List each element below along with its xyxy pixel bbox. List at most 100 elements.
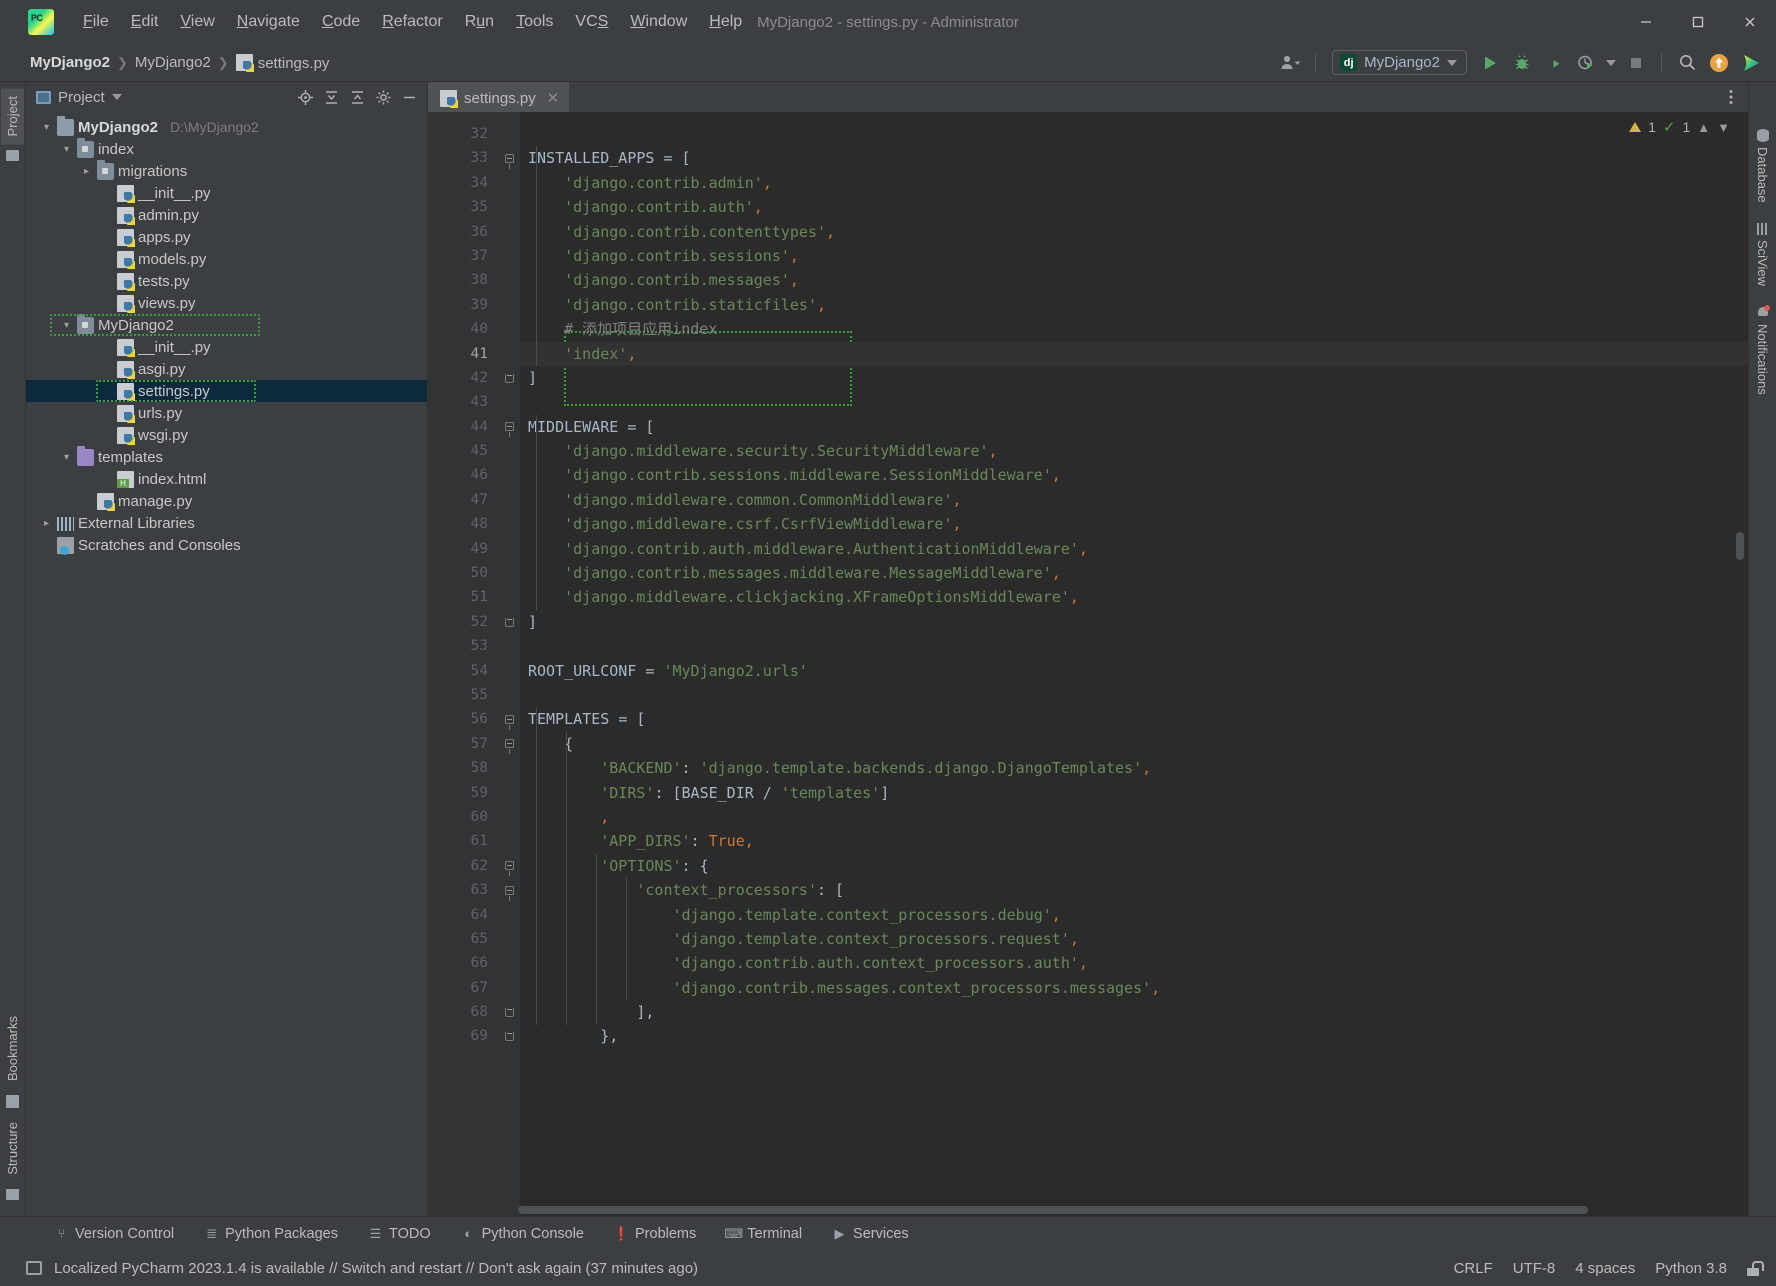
code-line[interactable]: 'django.contrib.sessions',: [520, 244, 1748, 268]
code-line[interactable]: 'DIRS': [BASE_DIR / 'templates']: [520, 781, 1748, 805]
tree-node-migrations[interactable]: ▸ migrations: [26, 159, 427, 182]
bookmark-icon[interactable]: [6, 1095, 19, 1109]
menu-item-vcs[interactable]: VCS: [564, 9, 619, 35]
code-line[interactable]: 'BACKEND': 'django.template.backends.dja…: [520, 756, 1748, 780]
tree-node-models-py[interactable]: models.py: [26, 248, 427, 270]
code-line[interactable]: [520, 683, 1748, 707]
chevron-down-icon[interactable]: ▾: [60, 143, 73, 156]
tab-settings-py[interactable]: settings.py ✕: [428, 82, 570, 112]
encoding-status[interactable]: UTF-8: [1513, 1260, 1556, 1277]
fold-collapse-icon[interactable]: [504, 861, 514, 877]
chevron-up-icon[interactable]: ▲: [1697, 120, 1710, 135]
code-line[interactable]: 'django.template.context_processors.requ…: [520, 927, 1748, 951]
code-line[interactable]: 'django.template.context_processors.debu…: [520, 903, 1748, 927]
code-line[interactable]: 'django.contrib.admin',: [520, 171, 1748, 195]
fold-collapse-icon[interactable]: [504, 885, 514, 901]
menu-item-edit[interactable]: Edit: [120, 9, 170, 35]
sidebar-item-project[interactable]: Project: [1, 88, 24, 145]
code-line[interactable]: 'APP_DIRS': True,: [520, 829, 1748, 853]
status-message[interactable]: Localized PyCharm 2023.1.4 is available …: [54, 1260, 698, 1277]
tree-node-templates[interactable]: ▾ templates: [26, 445, 427, 468]
code-line[interactable]: [520, 122, 1748, 146]
fold-end-icon[interactable]: [504, 1032, 514, 1042]
tree-node-views-py[interactable]: views.py: [26, 292, 427, 314]
code-line[interactable]: 'django.middleware.clickjacking.XFrameOp…: [520, 585, 1748, 609]
code-line[interactable]: 'django.middleware.security.SecurityMidd…: [520, 439, 1748, 463]
code-line[interactable]: 'django.contrib.auth',: [520, 195, 1748, 219]
code-line[interactable]: 'django.contrib.staticfiles',: [520, 293, 1748, 317]
project-view-chevron-down-icon[interactable]: [111, 94, 122, 100]
fold-collapse-icon[interactable]: [504, 715, 514, 731]
bottom-tab-services[interactable]: ▶ Services: [828, 1223, 913, 1245]
code-line[interactable]: [520, 390, 1748, 414]
menu-item-window[interactable]: Window: [619, 9, 698, 35]
minimize-button[interactable]: [1620, 0, 1672, 44]
code-line[interactable]: 'django.contrib.auth.middleware.Authenti…: [520, 537, 1748, 561]
expand-all-icon[interactable]: [319, 85, 343, 109]
code-line[interactable]: },: [520, 1024, 1748, 1048]
sidebar-item-bookmarks[interactable]: Bookmarks: [1, 1008, 24, 1089]
chevron-down-icon[interactable]: ▾: [40, 121, 53, 134]
sidebar-item-sciview[interactable]: SciView: [1752, 216, 1773, 293]
editor-body[interactable]: 32 33 34 35 36 37 38 39 40 41 42 43 44 45 46 47 48 49 50 51…: [428, 112, 1748, 1216]
select-opened-file-icon[interactable]: [293, 85, 317, 109]
tree-node-mydjango2[interactable]: ▾ MyDjango2 D:\MyDjango2: [26, 115, 427, 138]
tree-node-apps-py[interactable]: apps.py: [26, 226, 427, 248]
code-line[interactable]: 'django.contrib.messages.context_process…: [520, 976, 1748, 1000]
code-line[interactable]: MIDDLEWARE = [: [520, 415, 1748, 439]
folder-strip-icon[interactable]: [6, 150, 19, 162]
menu-item-run[interactable]: Run: [454, 9, 505, 35]
tree-node-tests-py[interactable]: tests.py: [26, 270, 427, 292]
profiler-dropdown-icon[interactable]: [1603, 49, 1619, 77]
breadcrumb-item-0[interactable]: MyDjango2: [26, 52, 114, 73]
tree-node-wsgi-py[interactable]: wsgi.py: [26, 424, 427, 446]
sidebar-item-structure[interactable]: Structure: [1, 1114, 24, 1183]
tree-node-urls-py[interactable]: urls.py: [26, 402, 427, 424]
code-line[interactable]: 'django.contrib.messages',: [520, 268, 1748, 292]
close-button[interactable]: [1724, 0, 1776, 44]
tree-node---init---py[interactable]: __init__.py: [26, 182, 427, 204]
run-coverage-icon[interactable]: [1539, 49, 1569, 77]
bottom-tab-problems[interactable]: ❗ Problems: [610, 1223, 700, 1245]
bottom-tab-todo[interactable]: ☰ TODO: [364, 1223, 435, 1245]
breadcrumb-item-2[interactable]: settings.py: [232, 52, 334, 74]
code-line[interactable]: ],: [520, 1000, 1748, 1024]
code-line[interactable]: 'django.contrib.auth.context_processors.…: [520, 951, 1748, 975]
run-icon[interactable]: [1475, 49, 1505, 77]
lock-icon[interactable]: [1747, 1260, 1764, 1276]
tree-node-index-html[interactable]: index.html: [26, 468, 427, 490]
tree-node-asgi-py[interactable]: asgi.py: [26, 358, 427, 380]
debug-icon[interactable]: [1507, 49, 1537, 77]
breadcrumb-item-1[interactable]: MyDjango2: [131, 52, 215, 73]
code-content[interactable]: INSTALLED_APPS = [ 'django.contrib.admin…: [520, 112, 1748, 1216]
menu-item-code[interactable]: Code: [311, 9, 371, 35]
fold-collapse-icon[interactable]: [504, 739, 514, 755]
bottom-tab-python-packages[interactable]: ≣ Python Packages: [200, 1223, 342, 1245]
sidebar-item-notifications[interactable]: Notifications: [1752, 299, 1773, 402]
menu-item-tools[interactable]: Tools: [505, 9, 564, 35]
ai-assistant-icon[interactable]: [1736, 49, 1766, 77]
stop-icon[interactable]: [1621, 49, 1651, 77]
menu-item-navigate[interactable]: Navigate: [226, 9, 311, 35]
sidebar-item-database[interactable]: Database: [1752, 122, 1773, 210]
chevron-right-icon[interactable]: ▸: [80, 165, 93, 178]
chevron-right-icon[interactable]: ▸: [40, 517, 53, 530]
tree-node-admin-py[interactable]: admin.py: [26, 204, 427, 226]
code-line[interactable]: [520, 634, 1748, 658]
bottom-tab-version-control[interactable]: ⑂ Version Control: [50, 1223, 178, 1245]
fold-end-icon[interactable]: [504, 1007, 514, 1017]
chevron-down-icon[interactable]: ▾: [60, 319, 73, 332]
fold-end-icon[interactable]: [504, 617, 514, 627]
fold-collapse-icon[interactable]: [504, 154, 514, 170]
code-line[interactable]: 'OPTIONS': {: [520, 854, 1748, 878]
indent-status[interactable]: 4 spaces: [1575, 1260, 1635, 1277]
code-line[interactable]: ]: [520, 366, 1748, 390]
tree-node-scratches-and-consoles[interactable]: Scratches and Consoles: [26, 534, 427, 556]
tree-node-index[interactable]: ▾ index: [26, 137, 427, 160]
code-line[interactable]: ,: [520, 805, 1748, 829]
close-icon[interactable]: ✕: [547, 89, 560, 107]
tree-node-external-libraries[interactable]: ▸ External Libraries: [26, 512, 427, 534]
code-line[interactable]: 'django.contrib.contenttypes',: [520, 220, 1748, 244]
fold-collapse-icon[interactable]: [504, 422, 514, 438]
code-line[interactable]: 'index',: [520, 341, 1748, 366]
